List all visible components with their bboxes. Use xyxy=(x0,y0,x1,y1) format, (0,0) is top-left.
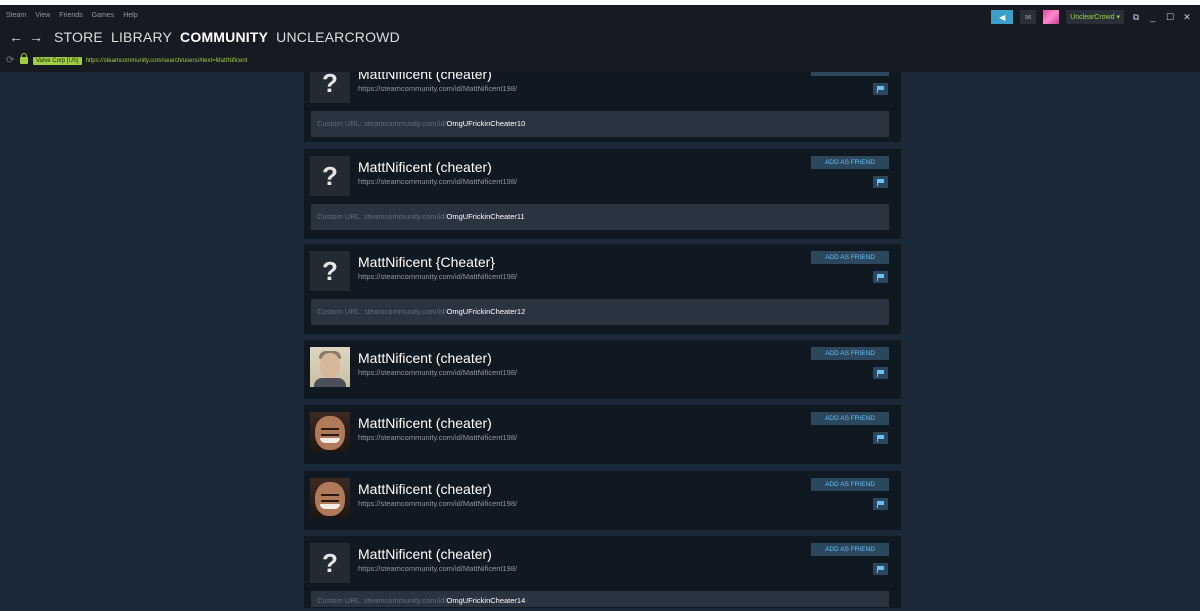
flag-icon[interactable] xyxy=(873,367,888,379)
close-icon[interactable]: ✕ xyxy=(1182,12,1192,23)
bell-icon[interactable]: ◀ xyxy=(991,10,1014,24)
search-result-card: MattNificent (cheater) https://steamcomm… xyxy=(304,340,901,399)
add-friend-button[interactable]: ADD AS FRIEND xyxy=(811,251,889,264)
user-avatar[interactable] xyxy=(310,478,350,518)
persona-name[interactable]: MattNificent (cheater) xyxy=(358,546,492,562)
menu-steam[interactable]: Steam xyxy=(6,12,26,19)
user-avatar[interactable] xyxy=(310,347,350,387)
persona-name[interactable]: MattNificent (cheater) xyxy=(358,481,492,497)
add-friend-button[interactable]: ADD AS FRIEND xyxy=(811,412,889,425)
account-dropdown[interactable]: UnclearCrowd ▾ xyxy=(1066,10,1124,24)
add-friend-button[interactable]: ADD AS FRIEND xyxy=(811,478,889,491)
main-nav: ← → STORE LIBRARY COMMUNITY UNCLEARCROWD xyxy=(6,29,400,45)
persona-name[interactable]: MattNificent {Cheater} xyxy=(358,254,495,270)
flag-icon[interactable] xyxy=(873,271,888,283)
flag-icon[interactable] xyxy=(873,83,888,95)
default-avatar[interactable]: ? xyxy=(310,156,350,196)
custom-url-prefix: Custom URL: steamcommunity.com/id/ xyxy=(317,596,447,605)
custom-url-slug[interactable]: OmgUFrickinCheater11 xyxy=(446,212,524,221)
custom-url-prefix: Custom URL: steamcommunity.com/id/ xyxy=(317,119,447,128)
search-result-card: ? MattNificent (cheater) https://steamco… xyxy=(304,536,901,608)
reload-icon[interactable]: ⟳ xyxy=(6,55,18,66)
menu-bar: Steam View Friends Games Help xyxy=(6,12,138,19)
address-url[interactable]: https://steamcommunity.com/search/users/… xyxy=(86,58,248,64)
profile-url: https://steamcommunity.com/id/MattNifice… xyxy=(358,84,518,93)
custom-url-prefix: Custom URL: steamcommunity.com/id/ xyxy=(317,307,447,316)
lock-icon xyxy=(20,53,28,64)
custom-url-row: Custom URL: steamcommunity.com/id/OmgUFr… xyxy=(311,204,889,230)
back-arrow-icon[interactable]: ← xyxy=(6,29,26,45)
custom-url-row: Custom URL: steamcommunity.com/id/OmgUFr… xyxy=(311,591,889,607)
flag-icon[interactable] xyxy=(873,563,888,575)
add-friend-button[interactable]: ADD AS FRIEND xyxy=(811,347,889,360)
steam-client-header: Steam View Friends Games Help ← → STORE … xyxy=(0,5,1200,72)
custom-url-slug[interactable]: OmgUFrickinCheater14 xyxy=(446,596,525,605)
maximize-icon[interactable]: ☐ xyxy=(1165,12,1175,23)
flag-icon[interactable] xyxy=(873,432,888,444)
search-result-card: MattNificent (cheater) https://steamcomm… xyxy=(304,471,901,530)
profile-url: https://steamcommunity.com/id/MattNifice… xyxy=(358,564,518,573)
user-avatar[interactable] xyxy=(1043,10,1060,24)
search-result-card: MattNificent (cheater) https://steamcomm… xyxy=(304,405,901,464)
profile-url: https://steamcommunity.com/id/MattNifice… xyxy=(358,433,518,442)
profile-url: https://steamcommunity.com/id/MattNifice… xyxy=(358,272,518,281)
url-bar: ⟳ Valve Corp [US] https://steamcommunity… xyxy=(6,53,248,66)
custom-url-prefix: Custom URL: steamcommunity.com/id/ xyxy=(317,212,447,221)
custom-url-slug[interactable]: OmgUFrickinCheater10 xyxy=(446,119,525,128)
menu-view[interactable]: View xyxy=(35,12,50,19)
default-avatar[interactable]: ? xyxy=(310,543,350,583)
nav-library[interactable]: LIBRARY xyxy=(111,29,172,45)
big-picture-icon[interactable]: ⧉ xyxy=(1131,12,1141,23)
minimize-icon[interactable]: _ xyxy=(1148,12,1158,22)
custom-url-row: Custom URL: steamcommunity.com/id/OmgUFr… xyxy=(311,299,889,325)
flag-icon[interactable] xyxy=(873,176,888,188)
user-avatar[interactable] xyxy=(310,412,350,452)
search-result-card: ? MattNificent {Cheater} https://steamco… xyxy=(304,244,901,334)
menu-friends[interactable]: Friends xyxy=(59,12,82,19)
forward-arrow-icon[interactable]: → xyxy=(26,29,46,45)
menu-games[interactable]: Games xyxy=(92,12,115,19)
default-avatar[interactable]: ? xyxy=(310,251,350,291)
persona-name[interactable]: MattNificent (cheater) xyxy=(358,415,492,431)
persona-name[interactable]: MattNificent (cheater) xyxy=(358,350,492,366)
persona-name[interactable]: MattNificent (cheater) xyxy=(358,159,492,175)
search-result-card: ? MattNificent (cheater) https://steamco… xyxy=(304,149,901,239)
menu-help[interactable]: Help xyxy=(123,12,137,19)
add-friend-button[interactable]: ADD AS FRIEND xyxy=(811,156,889,169)
profile-url: https://steamcommunity.com/id/MattNifice… xyxy=(358,368,518,377)
custom-url-slug[interactable]: OmgUFrickinCheater12 xyxy=(446,307,525,316)
add-friend-button[interactable]: ADD AS FRIEND xyxy=(811,543,889,556)
custom-url-row: Custom URL: steamcommunity.com/id/OmgUFr… xyxy=(311,111,889,137)
profile-url: https://steamcommunity.com/id/MattNifice… xyxy=(358,499,518,508)
nav-username[interactable]: UNCLEARCROWD xyxy=(276,29,400,45)
nav-store[interactable]: STORE xyxy=(54,29,103,45)
nav-community[interactable]: COMMUNITY xyxy=(180,29,268,45)
flag-icon[interactable] xyxy=(873,498,888,510)
envelope-icon[interactable]: ✉ xyxy=(1020,10,1037,24)
profile-url: https://steamcommunity.com/id/MattNifice… xyxy=(358,177,518,186)
certificate-badge[interactable]: Valve Corp [US] xyxy=(33,56,82,65)
window-controls: ◀ ✉ UnclearCrowd ▾ ⧉ _ ☐ ✕ xyxy=(991,10,1192,24)
